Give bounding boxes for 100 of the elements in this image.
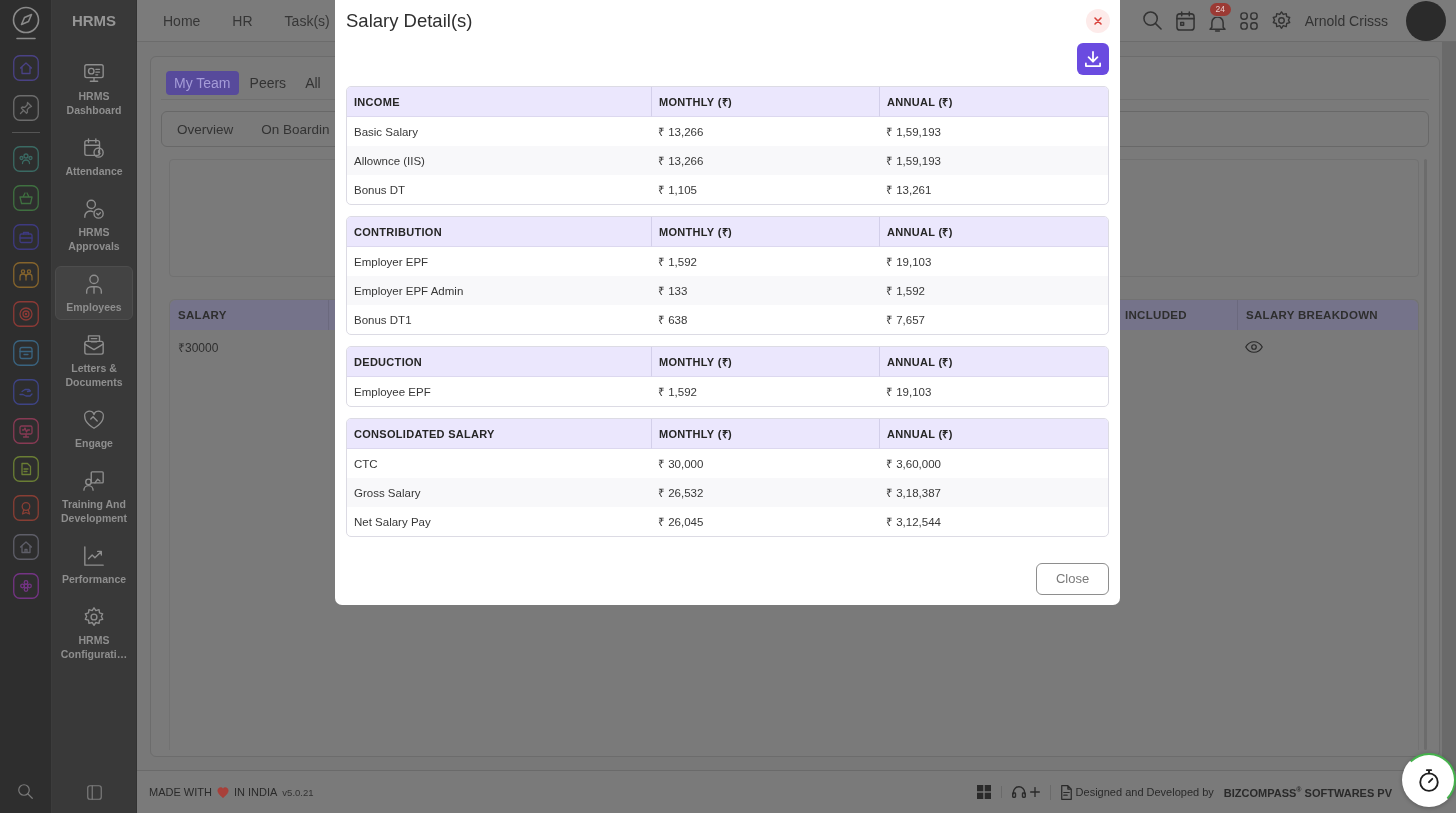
house-icon[interactable] (12, 533, 39, 560)
eye-icon[interactable] (1245, 341, 1263, 353)
table-cell-text: ₹ 638 (657, 313, 689, 328)
section-tab[interactable]: Overview (177, 121, 234, 137)
grid-icon[interactable] (1239, 11, 1258, 30)
nav-item[interactable]: Training And Development (55, 463, 133, 531)
panel-icon[interactable] (86, 785, 102, 800)
table-cell-text: ₹ 30,000 (657, 457, 705, 472)
archive-icon[interactable] (12, 340, 39, 366)
nav-link[interactable]: Home (163, 12, 201, 29)
heart-icon (83, 409, 105, 431)
table-cell-text: ₹ 13,261 (885, 183, 933, 198)
table-cell-text: ₹ 1,105 (657, 183, 698, 198)
app-title: HRMS (70, 10, 118, 31)
document-icon[interactable] (12, 456, 39, 483)
table-cell: ₹ 13,266 (651, 146, 879, 175)
table-cell: ₹ 133 (651, 276, 879, 305)
tiles-icon[interactable] (976, 785, 991, 799)
basket-icon[interactable] (12, 184, 39, 211)
pin-icon[interactable] (12, 95, 39, 121)
nav-item[interactable]: Performance (55, 538, 133, 592)
column-header: MONTHLY (₹) (651, 347, 879, 377)
close-icon[interactable] (1086, 9, 1110, 33)
table-cell: Gross Salary (347, 478, 651, 507)
document-icon[interactable] (1060, 784, 1072, 800)
nav-item[interactable]: Engage (55, 402, 133, 456)
table-cell-text: ₹ 7,657 (885, 313, 926, 328)
table-cell-text: CTC (353, 456, 379, 472)
table-cell: Allownce (IIS) (347, 146, 651, 175)
download-button[interactable] (1077, 43, 1109, 75)
notification-badge: 24 (1209, 3, 1231, 16)
monitor-icon[interactable] (12, 417, 39, 444)
presenter-icon (83, 470, 105, 492)
column-header: SALARY BREAKDOWN (1237, 300, 1418, 330)
plus-icon[interactable] (1029, 787, 1040, 797)
column-header: ANNUAL (₹) (879, 217, 1108, 247)
nav-item[interactable]: Attendance (55, 130, 133, 184)
flower-icon[interactable] (12, 572, 39, 599)
people-icon[interactable] (12, 146, 39, 172)
headset-icon[interactable] (1011, 786, 1026, 798)
column-header: ANNUAL (₹) (879, 87, 1108, 117)
column-header: ANNUAL (₹) (879, 419, 1108, 449)
company-name: BIZCOMPASS$^{®}$ SOFTWARES PV (1223, 785, 1392, 799)
team-tab[interactable]: Peers (241, 71, 295, 95)
compass-icon[interactable] (11, 6, 40, 40)
table-cell-text: ₹ 19,103 (885, 385, 933, 400)
table-cell-text: ₹ 3,12,544 (885, 515, 942, 530)
nav-item[interactable]: Letters & Documents (55, 327, 133, 395)
settings-icon[interactable] (1271, 11, 1291, 30)
table-cell-text: Employer EPF (353, 254, 430, 270)
nav-item[interactable]: HRMS Approvals (55, 191, 133, 259)
column-header: DEDUCTION (347, 347, 651, 377)
home-icon[interactable] (12, 55, 39, 81)
monitor-icon (83, 62, 105, 84)
table-cell: ₹ 1,592 (879, 276, 1108, 305)
nav-link[interactable]: Task(s) (284, 12, 330, 29)
download-icon (1085, 51, 1101, 67)
column-header: ANNUAL (₹) (879, 347, 1108, 377)
column-header: INCOME (347, 87, 651, 117)
credit-text: Designed and Developed by (1075, 786, 1214, 798)
table-cell-text: Net Salary Pay (353, 514, 432, 530)
nav-item[interactable]: Employees (55, 266, 133, 320)
avatar[interactable] (1406, 0, 1446, 41)
team-tab[interactable]: My Team (166, 71, 239, 95)
person-icon (83, 273, 105, 295)
target-icon[interactable] (12, 301, 39, 328)
table-cell: ₹ 3,18,387 (879, 478, 1108, 507)
stopwatch-icon (1419, 768, 1439, 792)
table-cell-text: ₹ 19,103 (885, 255, 933, 270)
column-header: MONTHLY (₹) (651, 419, 879, 449)
envelope-icon (83, 334, 105, 356)
column-header: SALARY (177, 308, 228, 323)
table-cell-text: ₹ 26,045 (657, 515, 705, 530)
close-button[interactable]: Close (1036, 563, 1109, 595)
table-cell: ₹ 26,532 (651, 478, 879, 507)
column-header: CONSOLIDATED SALARY (347, 419, 651, 449)
award-icon[interactable] (12, 495, 39, 522)
column-header: MONTHLY (₹) (651, 217, 879, 247)
modal-title: Salary Detail(s) (346, 10, 473, 32)
heart-icon (216, 786, 229, 798)
nav-item[interactable]: HRMS Dashboard (55, 55, 133, 123)
search-icon[interactable] (18, 784, 33, 799)
table-cell-text: ₹ 3,60,000 (885, 457, 942, 472)
two-people-icon[interactable] (12, 262, 39, 289)
search-icon[interactable] (1142, 11, 1162, 30)
calendar-icon[interactable] (1175, 10, 1195, 31)
version-label: v5.0.21 (282, 786, 314, 798)
table-cell-text: ₹ 1,592 (657, 385, 698, 400)
table-cell: Employer EPF Admin (347, 276, 651, 305)
table-cell-text: Bonus DT1 (353, 312, 413, 328)
person-check-icon (83, 198, 105, 220)
bell-icon[interactable] (1208, 17, 1226, 32)
table-cell-text: Employee EPF (353, 384, 432, 400)
nav-item[interactable]: HRMS Configurati… (55, 599, 133, 667)
user-name[interactable]: Arnold Crisss (1304, 12, 1388, 29)
nav-link[interactable]: HR (232, 12, 253, 29)
team-tab[interactable]: All (297, 71, 329, 95)
line-chart-icon (83, 545, 105, 567)
section-tab[interactable]: On Boardin (261, 121, 330, 137)
table-cell-text: ₹ 1,592 (657, 255, 698, 270)
